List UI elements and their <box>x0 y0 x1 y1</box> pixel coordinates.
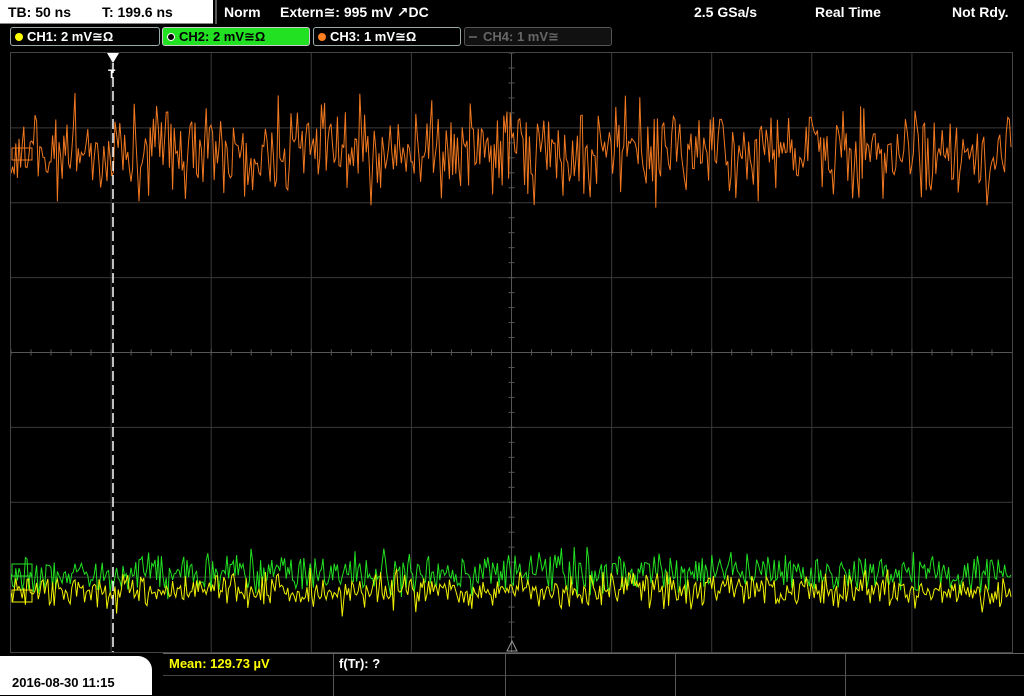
channel-1-dot-icon <box>15 32 23 41</box>
trigger-t-icon: T <box>108 67 116 81</box>
waveform-svg: T <box>11 53 1012 652</box>
frequency-measurement[interactable]: f(Tr): ? <box>333 654 380 675</box>
status-divider <box>215 0 217 24</box>
trigger-source[interactable]: Extern≅: 995 mV ↗DC <box>280 4 429 21</box>
status-bar: TB: 50 ns T: 199.6 ns Norm Extern≅: 995 … <box>0 0 1024 24</box>
timebase-label: TB: 50 ns <box>8 4 72 20</box>
sample-rate: 2.5 GSa/s <box>694 4 758 20</box>
channel-1-label: CH1: 2 mV≅Ω <box>27 28 114 44</box>
measurement-panel: Mean: 129.73 µV f(Tr): ? <box>163 653 1024 696</box>
channel-2-label: CH2: 2 mV≅Ω <box>179 28 266 44</box>
channel-2-tab[interactable]: CH2: 2 mV≅Ω <box>162 27 310 46</box>
channel-4-off-icon <box>469 35 477 38</box>
channel-2-dot-icon <box>167 32 175 41</box>
ready-status: Not Rdy. <box>952 4 1009 20</box>
channel-4-label: CH4: 1 mV≅ <box>483 28 559 44</box>
channel-3-dot-icon <box>318 32 326 41</box>
trigger-mode[interactable]: Norm <box>224 4 261 20</box>
datetime-box: 2016-08-30 11:15 <box>0 656 152 695</box>
measurement-divider <box>675 654 676 696</box>
datetime-label: 2016-08-30 11:15 <box>12 675 115 690</box>
trigger-position-marker-icon[interactable] <box>107 53 119 63</box>
channel-3-label: CH3: 1 mV≅Ω <box>330 28 417 44</box>
channel-4-tab[interactable]: CH4: 1 mV≅ <box>464 27 612 46</box>
timebase-box[interactable]: TB: 50 ns T: 199.6 ns <box>0 0 213 24</box>
measurement-divider <box>845 654 846 696</box>
measurement-divider <box>505 654 506 696</box>
channel-1-tab[interactable]: CH1: 2 mV≅Ω <box>10 27 160 46</box>
mean-measurement[interactable]: Mean: 129.73 µV <box>163 654 270 675</box>
channel-bar: CH1: 2 mV≅Ω CH2: 2 mV≅Ω CH3: 1 mV≅Ω CH4:… <box>0 26 1024 48</box>
measurement-row-divider <box>163 675 1024 676</box>
acquisition-mode: Real Time <box>815 4 881 20</box>
trigger-time-label: T: 199.6 ns <box>102 4 173 20</box>
waveform-display[interactable]: T <box>10 52 1013 653</box>
channel-3-tab[interactable]: CH3: 1 mV≅Ω <box>313 27 461 46</box>
